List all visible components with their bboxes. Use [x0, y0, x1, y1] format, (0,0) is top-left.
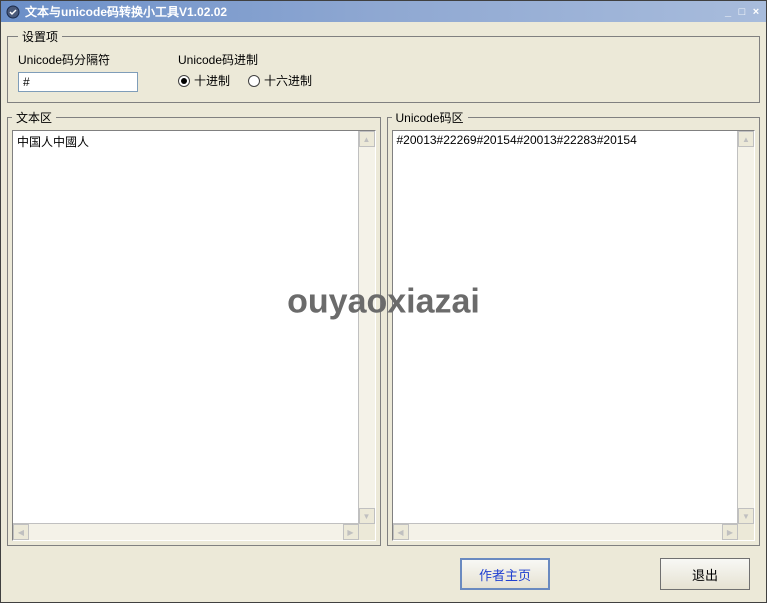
content-area: 设置项 Unicode码分隔符 Unicode码进制 十进制 — [1, 22, 766, 602]
radix-hex-label: 十六进制 — [264, 72, 312, 89]
unicode-input[interactable] — [393, 131, 738, 523]
unicode-area-wrap: ▲ ▼ ◀ ▶ — [392, 130, 756, 541]
unicode-pane-legend: Unicode码区 — [392, 109, 468, 126]
scroll-track[interactable] — [738, 147, 754, 508]
text-pane-legend: 文本区 — [12, 109, 56, 126]
scroll-track[interactable] — [29, 524, 343, 540]
scroll-track[interactable] — [359, 147, 375, 508]
unicode-pane: Unicode码区 ▲ ▼ ◀ ▶ — [387, 109, 761, 546]
homepage-button[interactable]: 作者主页 — [460, 558, 550, 590]
app-window: 文本与unicode码转换小工具V1.02.02 _ □ × 设置项 Unico… — [0, 0, 767, 603]
scroll-right-icon[interactable]: ▶ — [722, 524, 738, 540]
scroll-down-icon[interactable]: ▼ — [738, 508, 754, 524]
exit-button[interactable]: 退出 — [660, 558, 750, 590]
scroll-right-icon[interactable]: ▶ — [343, 524, 359, 540]
radio-icon — [248, 75, 260, 87]
separator-label: Unicode码分隔符 — [18, 51, 138, 68]
window-title: 文本与unicode码转换小工具V1.02.02 — [25, 3, 722, 20]
scroll-left-icon[interactable]: ◀ — [13, 524, 29, 540]
panes-row: 文本区 ▲ ▼ ◀ ▶ — [7, 109, 760, 546]
footer-buttons: 作者主页 退出 — [7, 552, 760, 596]
app-icon — [5, 4, 21, 20]
radio-icon — [178, 75, 190, 87]
maximize-button[interactable]: □ — [736, 6, 748, 18]
settings-group: 设置项 Unicode码分隔符 Unicode码进制 十进制 — [7, 28, 760, 103]
horizontal-scrollbar[interactable]: ◀ ▶ — [393, 524, 739, 540]
settings-legend: 设置项 — [18, 28, 62, 45]
vertical-scrollbar[interactable]: ▲ ▼ — [359, 131, 375, 524]
scroll-corner — [359, 524, 375, 540]
vertical-scrollbar[interactable]: ▲ ▼ — [738, 131, 754, 524]
radix-label: Unicode码进制 — [178, 51, 312, 68]
scroll-left-icon[interactable]: ◀ — [393, 524, 409, 540]
scroll-track[interactable] — [409, 524, 723, 540]
horizontal-scrollbar[interactable]: ◀ ▶ — [13, 524, 359, 540]
scroll-down-icon[interactable]: ▼ — [359, 508, 375, 524]
close-button[interactable]: × — [750, 6, 762, 18]
radix-decimal-label: 十进制 — [194, 72, 230, 89]
text-pane: 文本区 ▲ ▼ ◀ ▶ — [7, 109, 381, 546]
radix-decimal-radio[interactable]: 十进制 — [178, 72, 230, 89]
minimize-button[interactable]: _ — [722, 6, 734, 18]
scroll-up-icon[interactable]: ▲ — [738, 131, 754, 147]
titlebar[interactable]: 文本与unicode码转换小工具V1.02.02 _ □ × — [1, 1, 766, 22]
scroll-up-icon[interactable]: ▲ — [359, 131, 375, 147]
scroll-corner — [738, 524, 754, 540]
radix-hex-radio[interactable]: 十六进制 — [248, 72, 312, 89]
separator-input[interactable] — [18, 72, 138, 92]
text-input[interactable] — [13, 131, 358, 523]
text-area-wrap: ▲ ▼ ◀ ▶ — [12, 130, 376, 541]
